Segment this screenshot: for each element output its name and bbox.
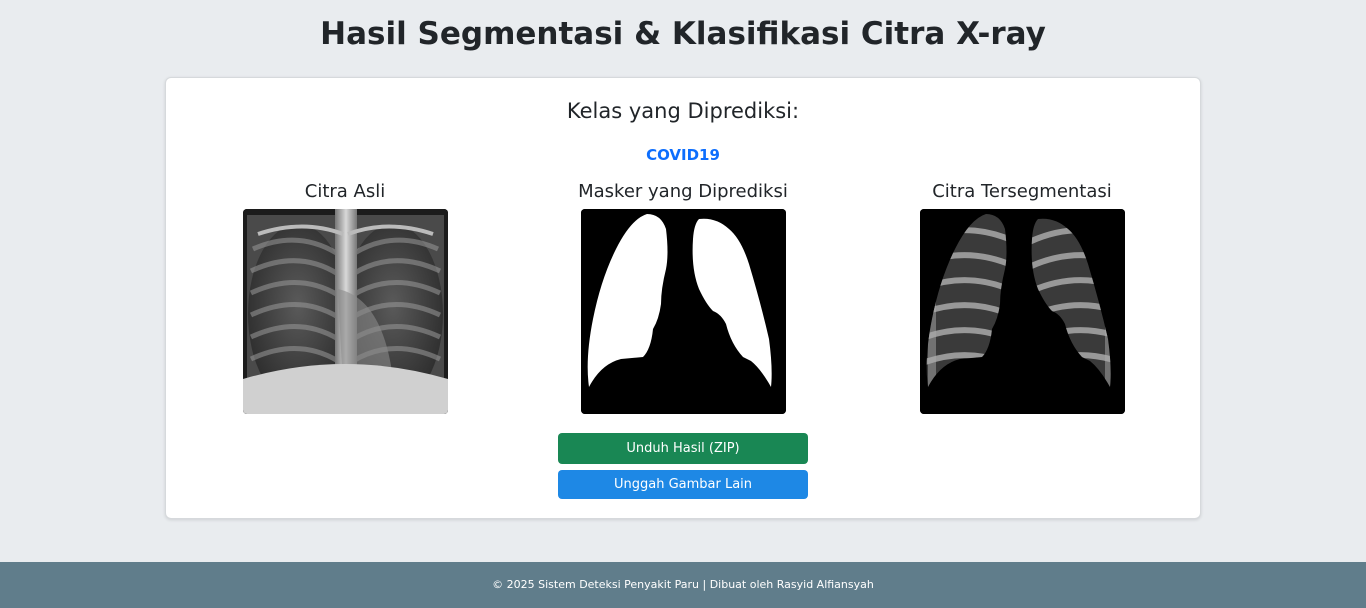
download-zip-button[interactable]: Unduh Hasil (ZIP) xyxy=(558,433,808,464)
footer-text: © 2025 Sistem Deteksi Penyakit Paru | Di… xyxy=(492,578,874,591)
original-xray-image xyxy=(242,209,448,414)
segmented-xray-image xyxy=(919,209,1125,414)
segmented-image-panel: Citra Tersegmentasi xyxy=(892,179,1152,414)
predicted-mask-image xyxy=(580,209,786,414)
result-card: Kelas yang Diprediksi: COVID19 Citra Asl… xyxy=(165,77,1201,519)
segmented-image-caption: Citra Tersegmentasi xyxy=(932,181,1112,202)
original-image-caption: Citra Asli xyxy=(304,181,386,202)
page-title: Hasil Segmentasi & Klasifikasi Citra X-r… xyxy=(320,16,1046,52)
mask-image-panel: Masker yang Diprediksi xyxy=(553,179,813,414)
original-image-panel: Citra Asli xyxy=(215,179,475,414)
footer: © 2025 Sistem Deteksi Penyakit Paru | Di… xyxy=(0,562,1366,608)
upload-another-image-button[interactable]: Unggah Gambar Lain xyxy=(558,470,808,499)
mask-image-caption: Masker yang Diprediksi xyxy=(578,181,788,202)
predicted-class-label: COVID19 xyxy=(646,146,720,164)
prediction-heading: Kelas yang Diprediksi: xyxy=(566,99,800,123)
